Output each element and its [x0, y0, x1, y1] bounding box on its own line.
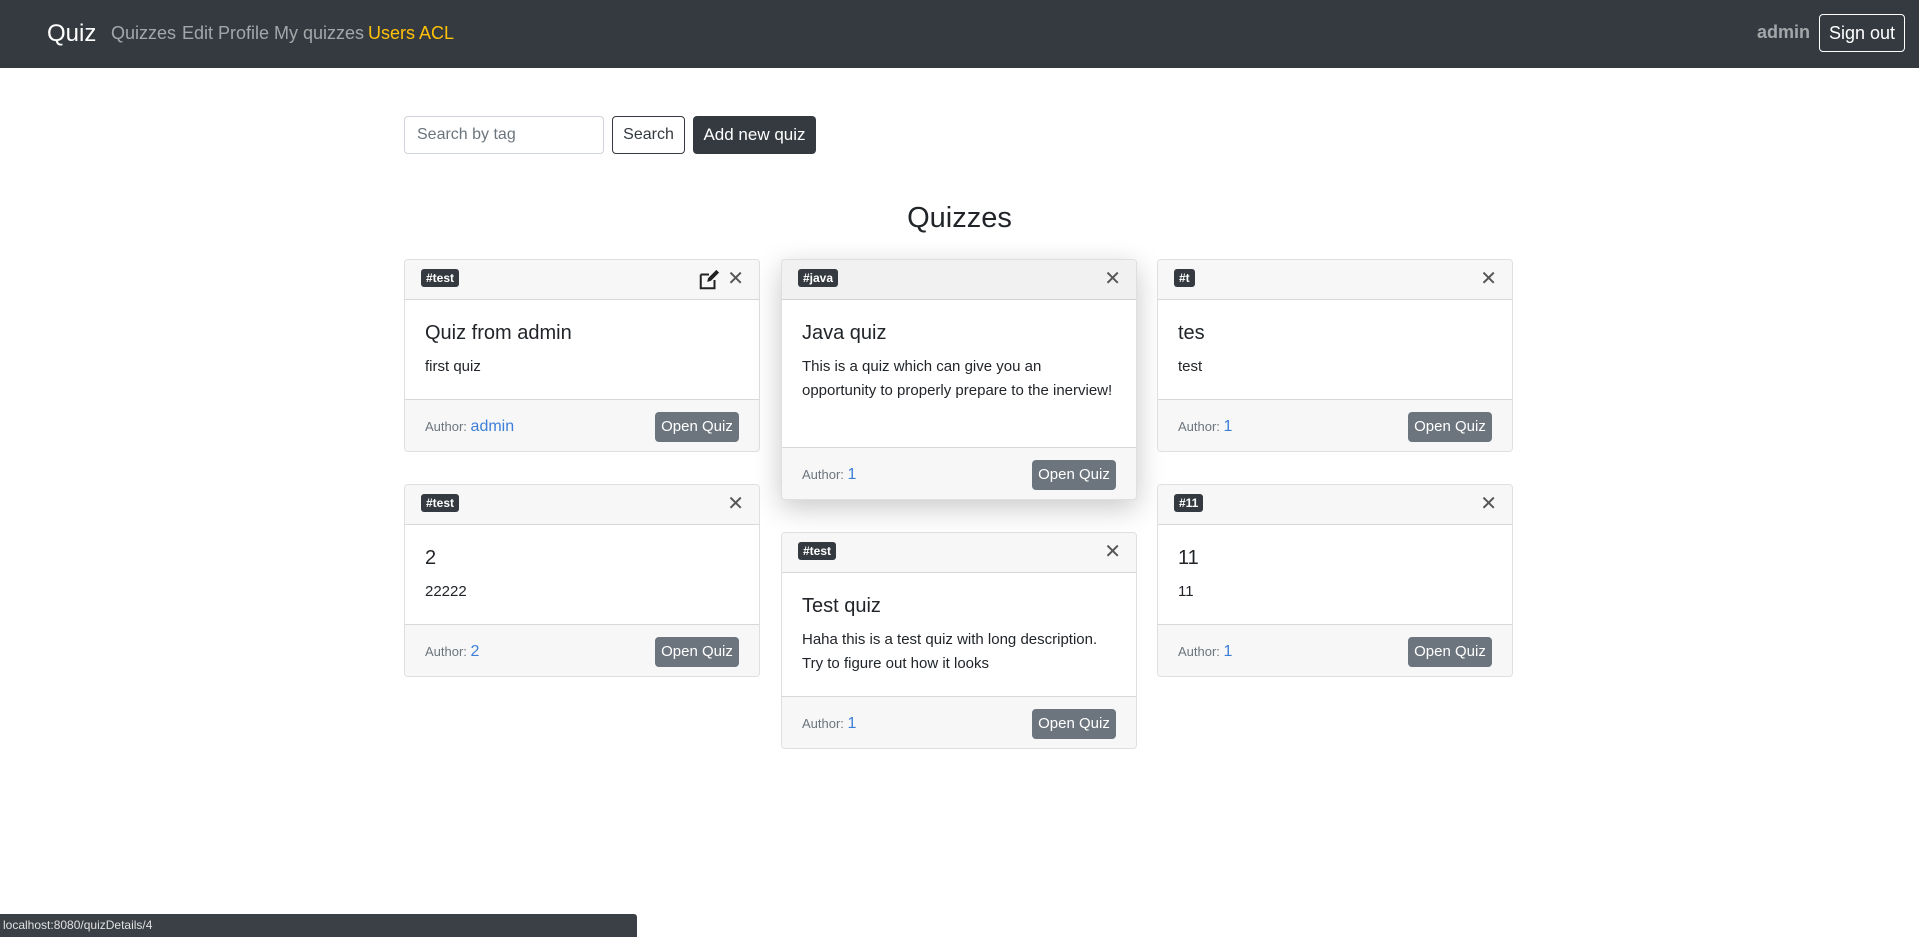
- author-label: Author:: [802, 467, 844, 482]
- open-quiz-button[interactable]: Open Quiz: [655, 412, 739, 442]
- author-info: Author: 1: [1178, 418, 1232, 436]
- brand-link[interactable]: Quiz: [47, 20, 96, 48]
- sign-out-button[interactable]: Sign out: [1819, 14, 1905, 52]
- page-title: Quizzes: [907, 202, 1012, 234]
- browser-status-url: localhost:8080/quizDetails/4: [0, 914, 637, 937]
- card-header: #test ✕: [405, 260, 759, 300]
- quiz-title: tes: [1178, 322, 1205, 344]
- author-link[interactable]: 1: [1224, 643, 1233, 660]
- open-quiz-button[interactable]: Open Quiz: [1032, 460, 1116, 490]
- close-icon[interactable]: ✕: [1480, 268, 1497, 290]
- author-label: Author:: [1178, 644, 1220, 659]
- card-footer: Author: 1 Open Quiz: [782, 447, 1136, 499]
- quiz-title: Java quiz: [802, 322, 887, 344]
- open-quiz-button[interactable]: Open Quiz: [655, 637, 739, 667]
- quiz-title: 2: [425, 547, 437, 569]
- card-body: tes test: [1158, 322, 1512, 379]
- close-icon[interactable]: ✕: [727, 268, 744, 290]
- quiz-card: #java ✕ Java quiz This is a quiz which c…: [781, 259, 1137, 500]
- author-info: Author: 1: [1178, 643, 1232, 661]
- quiz-title: 11: [1178, 547, 1199, 569]
- tag-badge[interactable]: #test: [798, 542, 837, 560]
- author-link[interactable]: admin: [471, 418, 515, 435]
- open-quiz-button[interactable]: Open Quiz: [1032, 709, 1116, 739]
- card-header: #test ✕: [782, 533, 1136, 573]
- card-body: 2 22222: [405, 547, 759, 604]
- card-footer: Author: 1 Open Quiz: [782, 696, 1136, 748]
- nav-link-quizzes[interactable]: Quizzes: [111, 23, 176, 44]
- card-header: #test ✕: [405, 485, 759, 525]
- card-footer: Author: admin Open Quiz: [405, 399, 759, 451]
- tag-badge[interactable]: #java: [798, 269, 839, 287]
- quiz-card: #test ✕ Test quiz Haha this is a test qu…: [781, 532, 1137, 749]
- card-footer: Author: 1 Open Quiz: [1158, 624, 1512, 676]
- card-footer: Author: 2 Open Quiz: [405, 624, 759, 676]
- nav-link-edit-profile[interactable]: Edit Profile: [182, 23, 269, 44]
- quiz-description: 22222: [425, 583, 467, 600]
- card-header: #java ✕: [782, 260, 1136, 300]
- quiz-card: #t ✕ tes test Author: 1 Open Quiz: [1157, 259, 1513, 452]
- close-icon[interactable]: ✕: [1104, 268, 1121, 290]
- author-info: Author: admin: [425, 418, 514, 436]
- current-user: admin: [1757, 22, 1811, 42]
- tag-badge[interactable]: #t: [1174, 269, 1195, 287]
- author-link[interactable]: 1: [848, 466, 857, 483]
- close-icon[interactable]: ✕: [1104, 541, 1121, 563]
- tag-badge[interactable]: #test: [421, 494, 460, 512]
- card-body: 11 11: [1158, 547, 1512, 604]
- quiz-description: This is a quiz which can give you an opp…: [802, 358, 1113, 399]
- tag-badge[interactable]: #test: [421, 269, 460, 287]
- card-body: Java quiz This is a quiz which can give …: [782, 322, 1136, 403]
- author-label: Author:: [425, 644, 467, 659]
- nav-link-users-acl[interactable]: Users ACL: [368, 23, 454, 44]
- author-link[interactable]: 1: [1224, 418, 1233, 435]
- author-info: Author: 1: [802, 466, 856, 484]
- card-footer: Author: 1 Open Quiz: [1158, 399, 1512, 451]
- author-info: Author: 2: [425, 643, 479, 661]
- card-header: #11 ✕: [1158, 485, 1512, 525]
- card-header: #t ✕: [1158, 260, 1512, 300]
- open-quiz-button[interactable]: Open Quiz: [1408, 637, 1492, 667]
- add-new-quiz-button[interactable]: Add new quiz: [693, 116, 816, 154]
- quiz-title: Test quiz: [802, 595, 881, 617]
- close-icon[interactable]: ✕: [727, 493, 744, 515]
- author-info: Author: 1: [802, 715, 856, 733]
- quiz-description: first quiz: [425, 358, 481, 375]
- nav-link-my-quizzes[interactable]: My quizzes: [274, 23, 364, 44]
- author-link[interactable]: 1: [848, 715, 857, 732]
- author-link[interactable]: 2: [471, 643, 480, 660]
- open-quiz-button[interactable]: Open Quiz: [1408, 412, 1492, 442]
- author-label: Author:: [1178, 419, 1220, 434]
- top-navbar: Quiz Quizzes Edit Profile My quizzes Use…: [0, 0, 1919, 68]
- author-label: Author:: [802, 716, 844, 731]
- card-body: Quiz from admin first quiz: [405, 322, 759, 379]
- quiz-card: #test ✕ 2 22222 Author: 2 Open Quiz: [404, 484, 760, 677]
- search-button[interactable]: Search: [612, 116, 685, 154]
- card-body: Test quiz Haha this is a test quiz with …: [782, 595, 1136, 676]
- close-icon[interactable]: ✕: [1480, 493, 1497, 515]
- search-by-tag-input[interactable]: [404, 116, 604, 154]
- quiz-description: Haha this is a test quiz with long descr…: [802, 631, 1098, 672]
- quiz-card: #test ✕ Quiz from admin first quiz Autho…: [404, 259, 760, 452]
- quiz-description: test: [1178, 358, 1203, 375]
- quiz-description: 11: [1178, 583, 1194, 600]
- author-label: Author:: [425, 419, 467, 434]
- quiz-title: Quiz from admin: [425, 322, 572, 344]
- edit-icon[interactable]: [698, 269, 720, 291]
- tag-badge[interactable]: #11: [1174, 494, 1204, 512]
- quiz-card: #11 ✕ 11 11 Author: 1 Open Quiz: [1157, 484, 1513, 677]
